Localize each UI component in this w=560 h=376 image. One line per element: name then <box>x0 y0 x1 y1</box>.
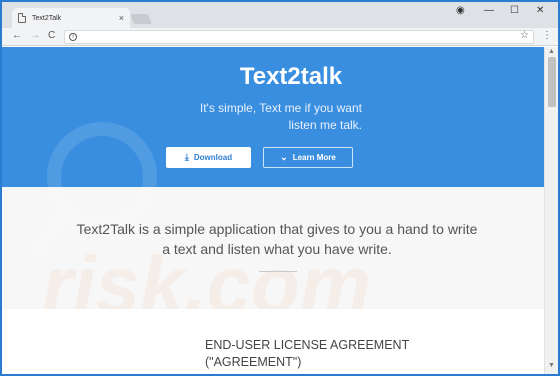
intro-line2: a text and listen what you have write. <box>162 241 392 257</box>
hero-title: Text2talk <box>239 63 343 90</box>
scroll-up-arrow-icon[interactable]: ▲ <box>548 48 555 55</box>
learn-more-button[interactable]: ⌄ Learn More <box>263 147 353 168</box>
close-tab-icon[interactable]: × <box>119 13 124 23</box>
maximize-button[interactable]: ☐ <box>510 5 519 16</box>
bookmark-star-icon[interactable]: ☆ <box>520 30 529 41</box>
download-button[interactable]: ⤓ Download <box>166 147 251 168</box>
reload-button[interactable]: C <box>48 30 55 41</box>
address-bar[interactable]: i <box>64 30 534 44</box>
eula-section: END-USER LICENSE AGREEMENT ("AGREEMENT") <box>2 309 544 374</box>
scroll-down-arrow-icon[interactable]: ▼ <box>548 362 555 369</box>
section-divider <box>259 271 297 272</box>
download-label: Download <box>193 153 233 162</box>
page-scrollbar[interactable]: ▲ ▼ <box>544 47 558 374</box>
eula-title: END-USER LICENSE AGREEMENT ("AGREEMENT") <box>205 337 409 371</box>
address-toolbar: ← → C i ☆ ⋮ <box>2 28 558 46</box>
page-icon <box>18 13 26 23</box>
hero-subtitle-line1: It's simple, Text me if you want <box>199 101 362 115</box>
hero-subtitle-line2: listen me talk. <box>288 118 362 132</box>
profile-icon[interactable]: ◉ <box>456 5 465 16</box>
browser-window: Text2Talk × ◉ — ☐ ✕ ← → C i ☆ ⋮ Text2tal… <box>0 0 560 376</box>
hero-banner: Text2talk It's simple, Text me if you wa… <box>2 47 544 187</box>
back-button[interactable]: ← <box>12 30 22 41</box>
close-window-button[interactable]: ✕ <box>536 5 544 16</box>
minimize-button[interactable]: — <box>484 5 494 16</box>
browser-menu-icon[interactable]: ⋮ <box>542 30 552 41</box>
eula-title-line2: ("AGREEMENT") <box>205 355 302 369</box>
forward-button[interactable]: → <box>30 30 40 41</box>
intro-line1: Text2Talk is a simple application that g… <box>76 221 478 237</box>
intro-text: Text2Talk is a simple application that g… <box>32 219 522 259</box>
download-icon: ⤓ <box>184 152 189 162</box>
tab-text2talk[interactable]: Text2Talk × <box>12 8 130 28</box>
hero-subtitle: It's simple, Text me if you want listen … <box>162 100 362 134</box>
scroll-thumb[interactable] <box>548 57 556 107</box>
new-tab-button[interactable] <box>130 14 152 24</box>
chevron-down-icon: ⌄ <box>280 152 288 162</box>
tab-bar: Text2Talk × ◉ — ☐ ✕ <box>2 2 558 28</box>
learn-more-label: Learn More <box>292 153 336 162</box>
info-icon[interactable]: i <box>69 33 77 41</box>
web-page: Text2talk It's simple, Text me if you wa… <box>2 47 544 374</box>
tab-title: Text2Talk <box>32 14 62 22</box>
eula-title-line1: END-USER LICENSE AGREEMENT <box>205 338 410 352</box>
